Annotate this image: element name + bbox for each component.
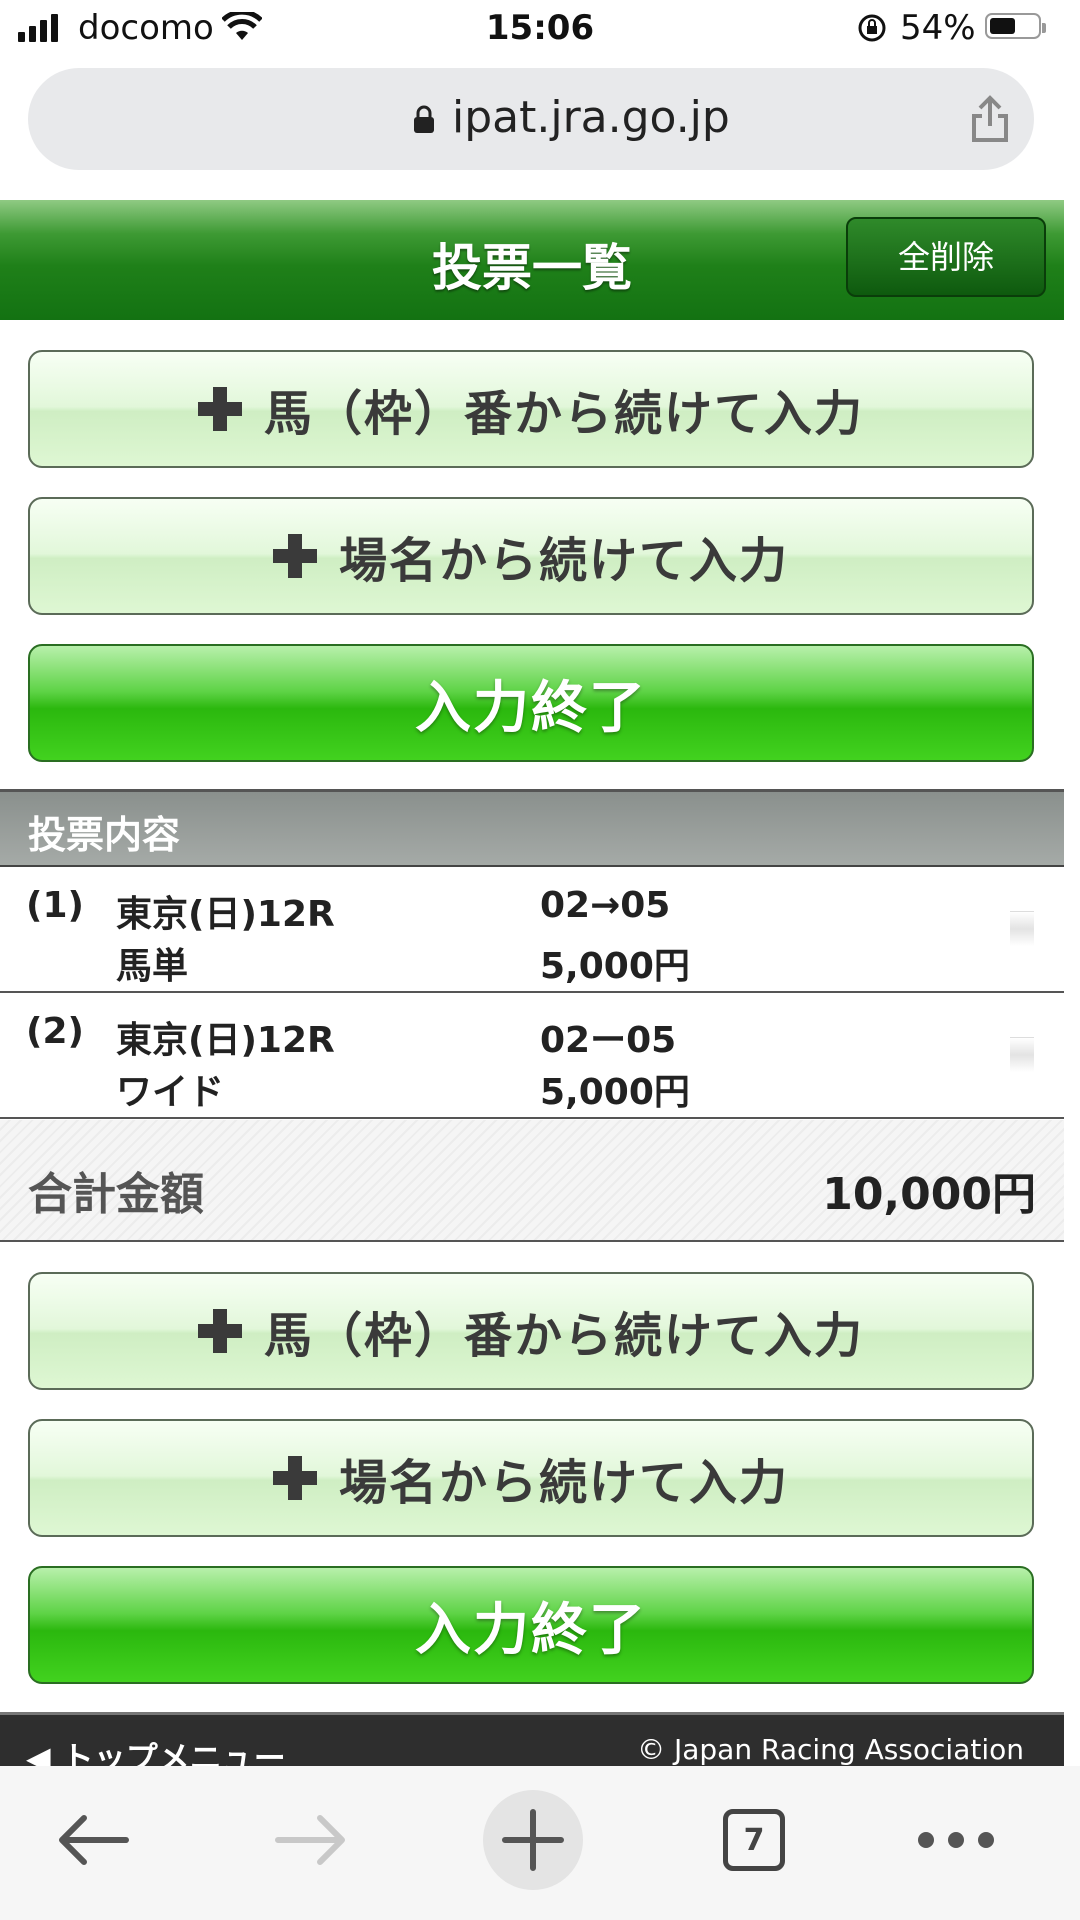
battery-percent: 54%: [900, 8, 976, 48]
bet-amount: 5,000円: [540, 946, 690, 987]
button-label: 馬（枠）番から続けて入力: [263, 386, 864, 442]
continue-by-number-button-bottom[interactable]: 馬（枠）番から続けて入力: [28, 1272, 1034, 1390]
button-label: 場名から続けて入力: [338, 533, 789, 589]
rotation-lock-icon: [858, 14, 886, 42]
bet-index: (1): [26, 885, 84, 926]
button-label: 入力終了: [415, 1597, 647, 1663]
bets-section-header: 投票内容: [0, 789, 1064, 867]
new-tab-button[interactable]: [483, 1790, 583, 1890]
tabs-button[interactable]: 7: [704, 1790, 804, 1890]
bet-race: 東京(日)12R: [116, 1020, 335, 1061]
plus-icon: [272, 1456, 317, 1500]
url-text: ipat.jra.go.jp: [452, 92, 730, 143]
forward-arrow-icon: [275, 1815, 345, 1865]
continue-by-venue-button[interactable]: 場名から続けて入力: [28, 497, 1034, 615]
tab-count: 7: [723, 1809, 785, 1871]
finish-input-button-bottom[interactable]: 入力終了: [28, 1566, 1034, 1684]
bet-combination: 02ー05: [540, 1020, 677, 1061]
back-arrow-icon: [59, 1815, 129, 1865]
total-value: 10,000円: [822, 1169, 1036, 1220]
row-handle[interactable]: [1010, 1037, 1034, 1072]
finish-input-button[interactable]: 入力終了: [28, 644, 1034, 762]
section-title: 投票内容: [28, 813, 181, 857]
browser-toolbar: 7: [0, 1766, 1080, 1920]
top-menu-link[interactable]: ◀ トップメニュー: [26, 1733, 286, 1769]
continue-by-venue-button-bottom[interactable]: 場名から続けて入力: [28, 1419, 1034, 1537]
lock-icon: [414, 105, 434, 133]
bet-amount: 5,000円: [540, 1072, 690, 1113]
plus-icon: [272, 534, 317, 578]
more-menu-button[interactable]: [906, 1790, 1006, 1890]
continue-by-number-button[interactable]: 馬（枠）番から続けて入力: [28, 350, 1034, 468]
share-icon[interactable]: [968, 94, 1012, 144]
total-amount-row: 合計金額 10,000円: [0, 1120, 1064, 1242]
battery-icon: [985, 13, 1046, 39]
bet-row[interactable]: (1) 東京(日)12R 馬単 02→05 5,000円: [0, 867, 1064, 993]
bet-combination: 02→05: [540, 885, 671, 926]
more-dots-icon: [918, 1832, 994, 1848]
back-button[interactable]: [42, 1790, 142, 1890]
bet-index: (2): [26, 1011, 84, 1052]
delete-all-button[interactable]: 全削除: [846, 217, 1046, 297]
copyright: © Japan Racing Association: [637, 1733, 1024, 1766]
total-label: 合計金額: [28, 1169, 204, 1220]
address-bar[interactable]: ipat.jra.go.jp: [28, 68, 1034, 170]
bet-type: 馬単: [116, 946, 189, 987]
page-header: 投票一覧 全削除: [0, 200, 1064, 320]
page-footer: ◀ トップメニュー © Japan Racing Association: [0, 1712, 1064, 1769]
status-bar: docomo 15:06 54%: [0, 0, 1080, 60]
bet-type: ワイド: [116, 1072, 225, 1113]
plus-icon: [502, 1809, 564, 1871]
button-label: 馬（枠）番から続けて入力: [263, 1308, 864, 1364]
plus-icon: [197, 1309, 242, 1353]
forward-button[interactable]: [262, 1790, 362, 1890]
button-label: 入力終了: [415, 675, 647, 741]
bet-race: 東京(日)12R: [116, 894, 335, 935]
button-label: 場名から続けて入力: [338, 1455, 789, 1511]
row-handle[interactable]: [1010, 911, 1034, 946]
plus-icon: [197, 387, 242, 431]
bet-row[interactable]: (2) 東京(日)12R ワイド 02ー05 5,000円: [0, 993, 1064, 1119]
